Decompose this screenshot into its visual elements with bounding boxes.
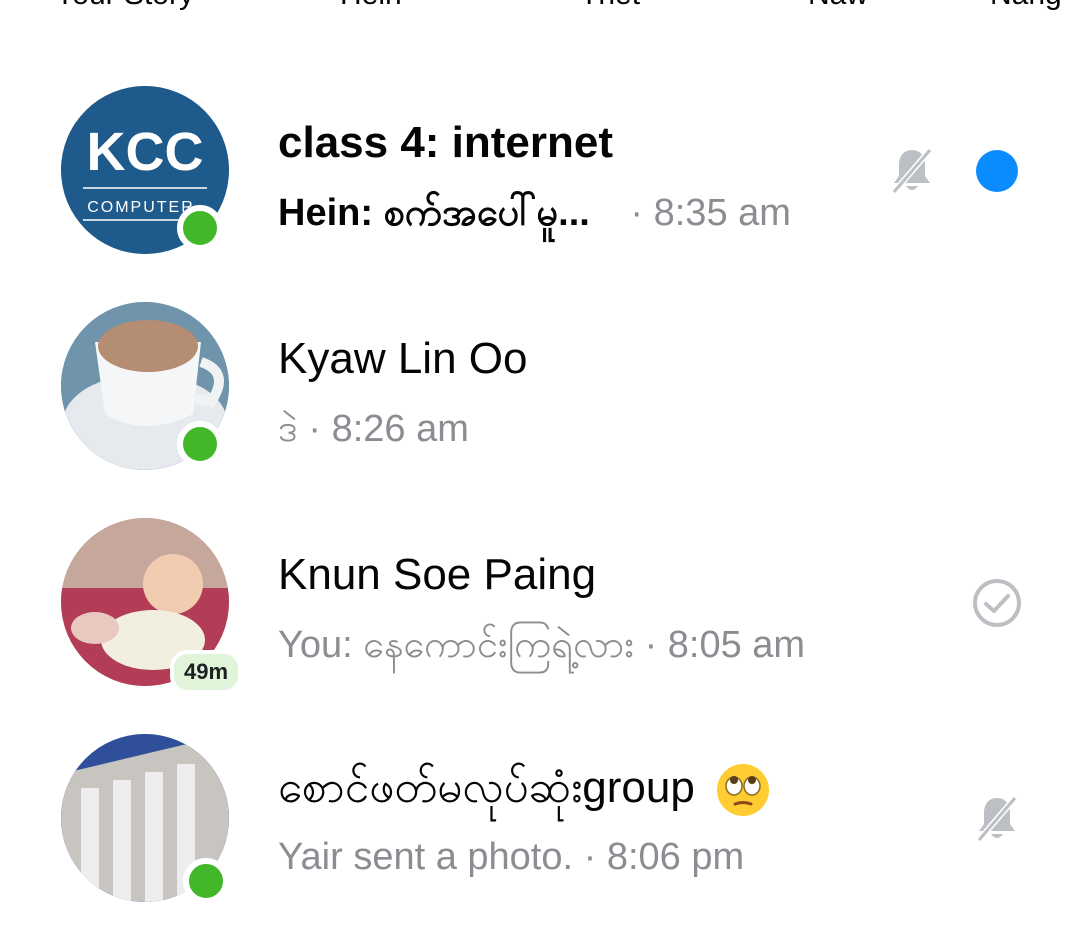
chat-name: Knun Soe Paing (278, 550, 597, 599)
message-snippet: Yair sent a photo. (278, 836, 574, 878)
message-snippet: Hein: စက်အပေါ်မူ... (278, 192, 590, 234)
story-name-nang[interactable]: Nang (990, 0, 1062, 12)
online-status-dot (183, 858, 229, 904)
chat-preview: You: နေကောင်းကြရဲ့လား · 8:05 am (278, 620, 805, 676)
chat-preview: Hein: စက်အပေါ်မူ... · 8:35 am (278, 188, 791, 244)
muted-bell-icon (891, 148, 933, 194)
story-name-your-story[interactable]: Your Story (55, 0, 194, 12)
story-name-naw[interactable]: Naw (808, 0, 868, 12)
avatar-logo-subtext: COMPUTER (87, 199, 195, 216)
chat-preview: ဒဲ · 8:26 am (278, 404, 469, 460)
chat-name: class 4: internet (278, 118, 614, 167)
message-time: · 8:05 am (644, 624, 806, 666)
chat-name-text: စောင်ဖတ်မလုပ်ဆုံးgroup (278, 763, 695, 812)
unread-indicator-dot (976, 150, 1018, 192)
chat-row-kyaw-lin-oo[interactable]: Kyaw Lin Oo ဒဲ · 8:26 am (0, 302, 1080, 502)
eye-roll-emoji-icon (717, 764, 770, 817)
stories-row: Your Story Hein Thet Naw Nang (0, 0, 1080, 14)
message-snippet: ဒဲ (278, 408, 298, 450)
chat-name: Kyaw Lin Oo (278, 334, 528, 383)
story-name-hein[interactable]: Hein (340, 0, 402, 12)
chat-row-group[interactable]: စောင်ဖတ်မလုပ်ဆုံးgroup Yair sent a photo… (0, 734, 1080, 934)
message-time: · 8:06 pm (583, 836, 745, 878)
message-time: · 8:26 am (308, 408, 469, 450)
chat-name: စောင်ဖတ်မလုပ်ဆုံးgroup (278, 760, 771, 824)
message-time: · 8:35 am (630, 192, 791, 234)
online-status-dot (177, 205, 223, 251)
avatar-logo-text: KCC (87, 122, 204, 182)
chat-row-knun-soe-paing[interactable]: 49m Knun Soe Paing You: နေကောင်းကြရဲ့လား… (0, 518, 1080, 718)
seen-check-icon (973, 579, 1021, 627)
story-name-thet[interactable]: Thet (580, 0, 640, 12)
chat-row-class-4-internet[interactable]: KCC COMPUTER class 4: internet Hein: စက်… (0, 86, 1080, 286)
message-snippet: You: နေကောင်းကြရဲ့လား (278, 624, 634, 666)
online-status-dot (177, 421, 223, 467)
muted-bell-icon (976, 796, 1018, 842)
active-time-badge: 49m (170, 650, 243, 694)
chat-preview: Yair sent a photo. · 8:06 pm (278, 836, 744, 879)
